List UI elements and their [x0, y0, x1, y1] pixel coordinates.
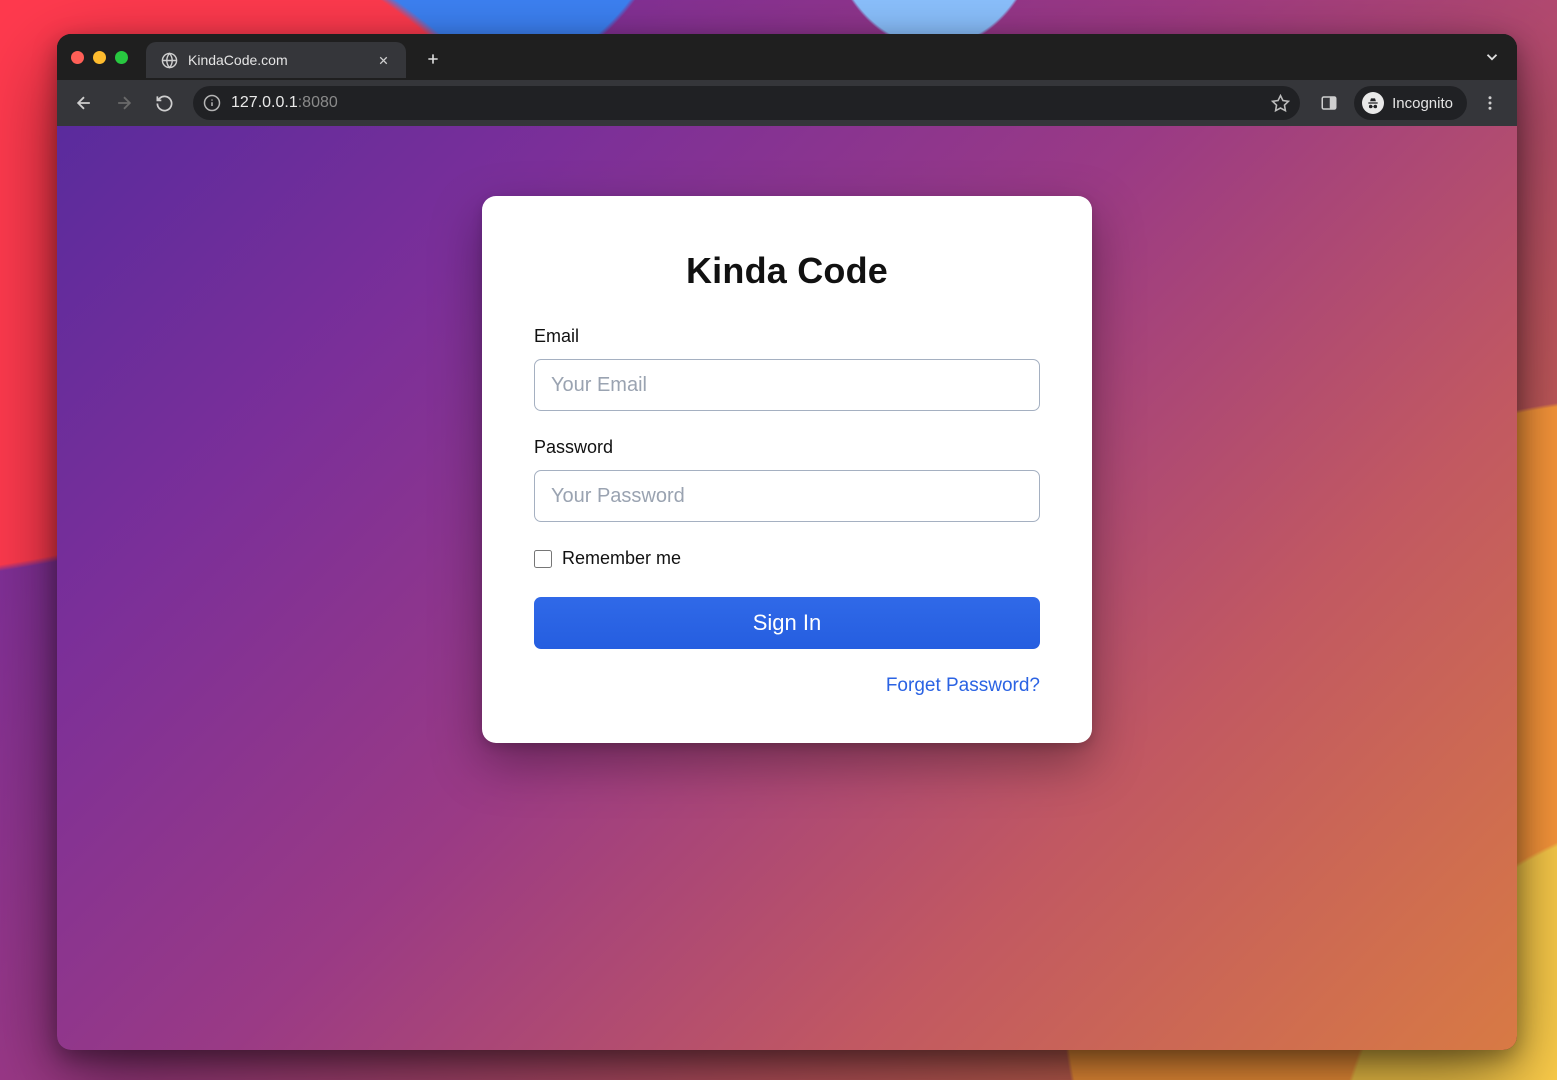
- signin-button[interactable]: Sign In: [534, 597, 1040, 649]
- page-viewport: Kinda Code Email Password Remember me Si…: [57, 126, 1517, 1050]
- email-label: Email: [534, 326, 1040, 347]
- incognito-icon: [1362, 92, 1384, 114]
- close-icon[interactable]: [374, 51, 392, 69]
- address-text: 127.0.0.1:8080: [231, 94, 338, 112]
- window-controls: [71, 51, 128, 64]
- window-minimize-button[interactable]: [93, 51, 106, 64]
- window-close-button[interactable]: [71, 51, 84, 64]
- remember-row[interactable]: Remember me: [534, 548, 1040, 569]
- kebab-menu-icon[interactable]: [1473, 86, 1507, 120]
- address-port: :8080: [298, 94, 338, 111]
- tab-strip: KindaCode.com: [57, 34, 1517, 80]
- back-button[interactable]: [67, 86, 101, 120]
- browser-tab[interactable]: KindaCode.com: [146, 42, 406, 78]
- signin-card: Kinda Code Email Password Remember me Si…: [482, 196, 1092, 743]
- address-host: 127.0.0.1: [231, 94, 298, 111]
- window-maximize-button[interactable]: [115, 51, 128, 64]
- tab-title: KindaCode.com: [188, 52, 364, 68]
- globe-icon: [160, 51, 178, 69]
- chevron-down-icon[interactable]: [1477, 42, 1507, 72]
- incognito-indicator[interactable]: Incognito: [1354, 86, 1467, 120]
- reload-button[interactable]: [147, 86, 181, 120]
- password-field-group: Password: [534, 437, 1040, 522]
- password-input[interactable]: [534, 470, 1040, 522]
- forgot-row: Forget Password?: [534, 675, 1040, 697]
- browser-toolbar: 127.0.0.1:8080 Incognito: [57, 80, 1517, 126]
- remember-checkbox[interactable]: [534, 550, 552, 568]
- forward-button[interactable]: [107, 86, 141, 120]
- forgot-password-link[interactable]: Forget Password?: [886, 675, 1040, 696]
- browser-window: KindaCode.com: [57, 34, 1517, 1050]
- password-label: Password: [534, 437, 1040, 458]
- new-tab-button[interactable]: [418, 44, 448, 74]
- email-field-group: Email: [534, 326, 1040, 411]
- address-bar[interactable]: 127.0.0.1:8080: [193, 86, 1300, 120]
- site-info-icon[interactable]: [203, 94, 221, 112]
- bookmark-star-icon[interactable]: [1271, 94, 1290, 113]
- side-panel-icon[interactable]: [1312, 86, 1346, 120]
- remember-label: Remember me: [562, 548, 681, 569]
- incognito-label: Incognito: [1392, 95, 1453, 112]
- page-title: Kinda Code: [534, 250, 1040, 292]
- email-input[interactable]: [534, 359, 1040, 411]
